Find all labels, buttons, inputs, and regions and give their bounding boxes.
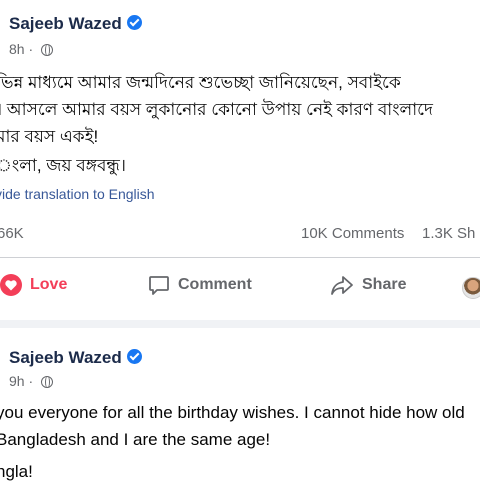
comment-button[interactable]: Comment [148,274,252,296]
post-1: Sajeeb Wazed 8h · ভিন্ন মাধ্যমে আমার জন্… [0,0,480,320]
post-text-line: Bangladesh and I are the same age! [0,430,271,449]
share-icon [331,276,353,295]
post-text-line: মার বয়স একই! [0,127,99,146]
globe-icon [41,376,54,388]
author-name[interactable]: Sajeeb Wazed [9,348,122,367]
post-text-line: you everyone for all the birthday wishes… [0,403,465,422]
post-author[interactable]: Sajeeb Wazed [9,348,142,368]
comments-count[interactable]: 10K Comments [301,225,404,242]
author-name[interactable]: Sajeeb Wazed [9,14,122,33]
share-button[interactable]: Share [330,274,406,296]
post-meta: 9h · [9,373,54,389]
post-author[interactable]: Sajeeb Wazed [9,14,142,34]
post-text-line: ভিন্ন মাধ্যমে আমার জন্মদিনের শুভেচ্ছা জা… [0,73,401,92]
post-text-line: ngla! [0,462,33,481]
post-time[interactable]: 9h [9,373,25,389]
post-2: Sajeeb Wazed 9h · you everyone for all t… [0,328,480,481]
globe-icon [41,44,54,56]
reactions-count[interactable]: 66K [0,225,24,242]
comment-label: Comment [178,276,252,293]
divider [0,257,480,258]
avatar[interactable] [462,277,480,299]
post-separator [0,320,480,328]
verified-icon [126,15,142,30]
verified-icon [126,349,142,364]
love-button[interactable]: Love [0,274,67,296]
share-label: Share [362,276,407,293]
heart-icon [0,274,22,296]
post-text-line: ংলা, জয় বঙ্গবন্ধু। [0,156,126,175]
post-time[interactable]: 8h [9,41,25,57]
shares-count[interactable]: 1.3K Sh [422,225,475,242]
post-text-line: । আসলে আমার বয়স লুকানোর কোনো উপায় নেই … [0,100,433,119]
post-meta: 8h · [9,41,54,57]
translate-link[interactable]: vide translation to English [0,186,155,202]
love-label: Love [30,276,68,293]
comment-icon [149,276,169,295]
